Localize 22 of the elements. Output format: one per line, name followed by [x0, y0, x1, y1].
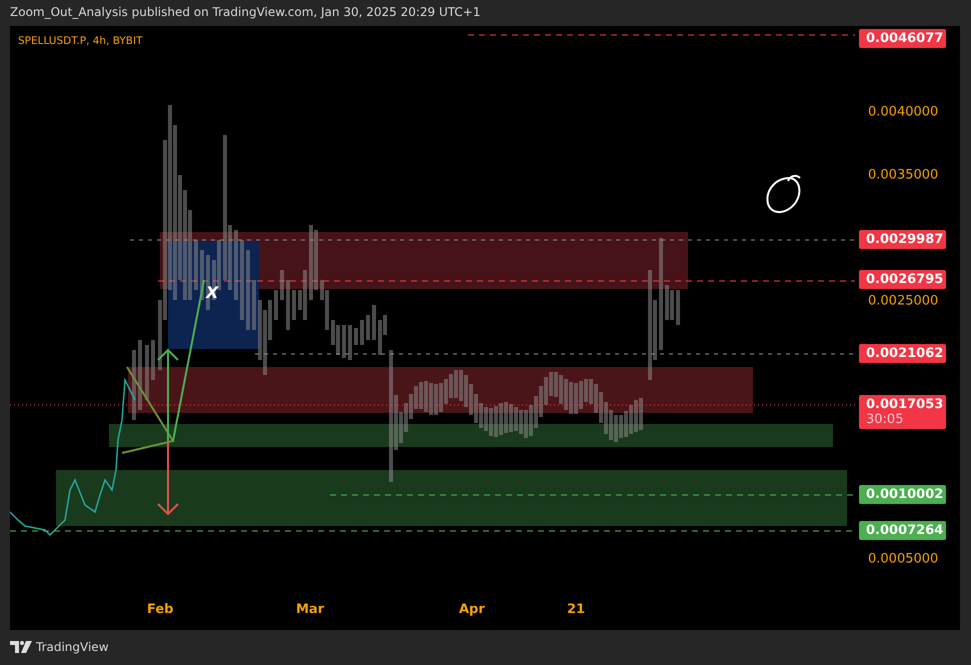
price-tick: 0.0035000 — [868, 168, 938, 182]
price-tick: 0.0005000 — [868, 552, 938, 566]
logo-icon — [10, 641, 32, 653]
circle-doodle-drawing — [766, 174, 801, 213]
time-tick: Apr — [459, 602, 485, 617]
brand-name: TradingView — [36, 640, 109, 654]
chart-marker-label: X — [206, 283, 218, 302]
price-tick: 0.0040000 — [868, 104, 938, 120]
countdown-timer: 30:05 — [866, 412, 904, 427]
symbol-info: SPELLUSDT.P, 4h, BYBIT — [18, 35, 143, 47]
time-tick: Feb — [147, 602, 174, 617]
price-value: 0.0007264 — [866, 523, 944, 538]
price-value: 0.0029987 — [866, 232, 944, 247]
price-value: 0.0021062 — [866, 346, 944, 361]
price-tick: 0.0025000 — [868, 294, 938, 308]
price-value: 0.0046077 — [866, 31, 944, 46]
time-tick: 21 — [567, 602, 586, 617]
time-tick: Mar — [296, 602, 324, 617]
publish-info: Zoom_Out_Analysis published on TradingView.com, Jan 30, 2025 20:29 UTC+1 — [9, 4, 482, 21]
price-value: 0.0010002 — [866, 487, 944, 502]
price-value: 0.0026795 — [866, 272, 944, 287]
price-value: 0.0017053 — [866, 397, 944, 412]
